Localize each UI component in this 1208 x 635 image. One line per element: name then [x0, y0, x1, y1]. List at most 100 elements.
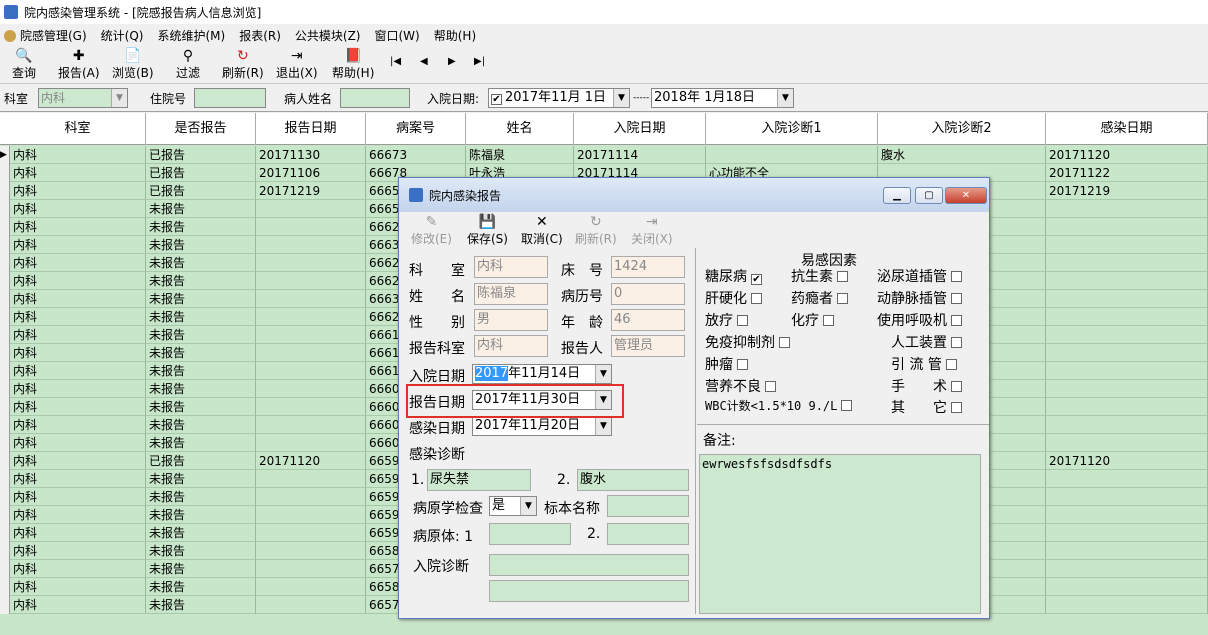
- checkbox-box[interactable]: [951, 337, 962, 348]
- close-window-button[interactable]: ✕: [945, 187, 987, 204]
- checkbox-box[interactable]: ✔: [751, 274, 762, 285]
- risk-factor-checkbox[interactable]: 放疗: [705, 310, 748, 330]
- table-cell: [1046, 434, 1208, 452]
- risk-factor-label: 抗生素: [791, 269, 833, 285]
- row-indicator: [0, 218, 10, 236]
- table-cell: 内科: [10, 200, 146, 218]
- checkbox-box[interactable]: [951, 271, 962, 282]
- risk-factor-checkbox[interactable]: 人工装置: [891, 332, 962, 352]
- menu-common[interactable]: 公共模块(Z): [295, 27, 361, 44]
- pathogen-1-field[interactable]: [489, 523, 571, 545]
- menu-window[interactable]: 窗口(W): [375, 27, 420, 44]
- column-header[interactable]: 入院诊断1: [706, 113, 878, 145]
- column-header[interactable]: 是否报告: [146, 113, 256, 145]
- menu-maintenance[interactable]: 系统维护(M): [157, 27, 225, 44]
- checkbox-box[interactable]: [837, 271, 848, 282]
- cancel-button[interactable]: ✕ 取消(C): [521, 214, 563, 247]
- specimen-field[interactable]: [607, 495, 689, 517]
- inpatient-input[interactable]: [194, 88, 266, 108]
- edit-button[interactable]: ✎ 修改(E): [411, 214, 452, 247]
- admit-diagnosis-2-field[interactable]: [489, 580, 689, 602]
- checkbox-box[interactable]: [951, 381, 962, 392]
- risk-factor-checkbox[interactable]: 化疗: [791, 310, 834, 330]
- dialog-close-button[interactable]: ⇥ 关闭(X): [631, 214, 673, 247]
- save-button[interactable]: 💾 保存(S): [467, 214, 508, 247]
- notes-field[interactable]: ewrwesfsfsdsdfsdfs: [699, 454, 981, 614]
- column-header[interactable]: 姓名: [466, 113, 574, 145]
- pathogen-2-field[interactable]: [607, 523, 689, 545]
- risk-factor-checkbox[interactable]: 手 术: [891, 376, 962, 396]
- menu-help[interactable]: 帮助(H): [434, 27, 476, 44]
- table-row[interactable]: ▶ 内科 已报告 20171130 66673 陈福泉 20171114 腹水 20171120: [0, 146, 1208, 164]
- risk-factor-checkbox[interactable]: 营养不良: [705, 376, 776, 396]
- risk-factor-checkbox[interactable]: 肿瘤: [705, 354, 748, 374]
- browse-button[interactable]: 📄 浏览(B): [112, 48, 154, 81]
- table-cell: 未报告: [146, 470, 256, 488]
- checkbox-box[interactable]: [951, 315, 962, 326]
- nav-next-button[interactable]: ▶: [448, 56, 456, 67]
- table-cell: 20171106: [256, 164, 366, 182]
- diagnosis-2-field[interactable]: 腹水: [577, 469, 689, 491]
- report-button[interactable]: ✚ 报告(A): [58, 48, 100, 81]
- admit-date-picker[interactable]: 2017年11月14日 ▼: [472, 364, 612, 384]
- admit-diagnosis-1-field[interactable]: [489, 554, 689, 576]
- checkbox-box[interactable]: [837, 293, 848, 304]
- admit-date-from[interactable]: ✔ 2017年11月 1日 ▼: [488, 88, 630, 108]
- maximize-button[interactable]: ▢: [915, 187, 943, 204]
- column-header[interactable]: 入院日期: [574, 113, 706, 145]
- admit-date-to[interactable]: 2018年 1月18日 ▼: [651, 88, 794, 108]
- risk-factor-checkbox[interactable]: 糖尿病 ✔: [705, 266, 762, 286]
- nav-first-button[interactable]: |◀: [390, 56, 401, 67]
- dialog-refresh-button[interactable]: ↻ 刷新(R): [575, 214, 617, 247]
- nav-last-button[interactable]: ▶|: [474, 56, 485, 67]
- risk-factor-checkbox[interactable]: 动静脉插管: [877, 288, 962, 308]
- menu-stats[interactable]: 统计(Q): [101, 27, 144, 44]
- checkbox-box[interactable]: [951, 402, 962, 413]
- refresh-icon: ↻: [236, 48, 249, 64]
- date-filter-checkbox[interactable]: ✔: [491, 94, 502, 105]
- checkbox-box[interactable]: [841, 400, 853, 411]
- nav-prev-button[interactable]: ◀: [420, 56, 428, 67]
- pathology-select[interactable]: 是 ▼: [489, 496, 537, 516]
- risk-factor-label: 肝硬化: [705, 291, 747, 307]
- menu-infection[interactable]: 院感管理(G): [4, 27, 87, 44]
- risk-factor-checkbox[interactable]: WBC计数<1.5*10 9./L: [705, 397, 853, 414]
- risk-factor-checkbox[interactable]: 药瘾者: [791, 288, 848, 308]
- column-header[interactable]: 入院诊断2: [878, 113, 1046, 145]
- risk-factor-checkbox[interactable]: 引 流 管: [891, 354, 957, 374]
- column-header[interactable]: 感染日期: [1046, 113, 1208, 145]
- risk-factor-label: WBC计数<1.5*10 9./L: [705, 399, 838, 413]
- menu-reports[interactable]: 报表(R): [239, 27, 281, 44]
- checkbox-box[interactable]: [951, 293, 962, 304]
- diagnosis-1-field[interactable]: 尿失禁: [427, 469, 531, 491]
- risk-factor-checkbox[interactable]: 其 它: [891, 397, 962, 417]
- checkbox-box[interactable]: [751, 293, 762, 304]
- checkbox-box[interactable]: [945, 359, 957, 370]
- dept-select[interactable]: 内科 ▼: [38, 88, 128, 108]
- checkbox-box[interactable]: [765, 381, 776, 392]
- risk-factor-checkbox[interactable]: 抗生素: [791, 266, 848, 286]
- patient-name-input[interactable]: [340, 88, 410, 108]
- column-header[interactable]: 报告日期: [256, 113, 366, 145]
- table-cell: 未报告: [146, 290, 256, 308]
- help-button[interactable]: 📕 帮助(H): [332, 48, 374, 81]
- exit-button[interactable]: ⇥ 退出(X): [276, 48, 318, 81]
- minimize-button[interactable]: ▁: [883, 187, 911, 204]
- filter-button[interactable]: ⚲ 过滤: [176, 48, 200, 81]
- column-header[interactable]: 科室: [10, 113, 146, 145]
- table-cell: 未报告: [146, 542, 256, 560]
- risk-factor-checkbox[interactable]: 免疫抑制剂: [705, 332, 790, 352]
- column-header[interactable]: 病案号: [366, 113, 466, 145]
- risk-factor-checkbox[interactable]: 肝硬化: [705, 288, 762, 308]
- refresh-button[interactable]: ↻ 刷新(R): [222, 48, 264, 81]
- checkbox-box[interactable]: [737, 359, 748, 370]
- checkbox-box[interactable]: [737, 315, 748, 326]
- table-cell: [256, 344, 366, 362]
- checkbox-box[interactable]: [779, 337, 790, 348]
- checkbox-box[interactable]: [823, 315, 834, 326]
- risk-factor-checkbox[interactable]: 使用呼吸机: [877, 310, 962, 330]
- query-button[interactable]: 🔍 查询: [12, 48, 36, 81]
- infection-date-picker[interactable]: 2017年11月20日 ▼: [472, 416, 612, 436]
- table-cell: [1046, 560, 1208, 578]
- risk-factor-checkbox[interactable]: 泌尿道插管: [877, 266, 962, 286]
